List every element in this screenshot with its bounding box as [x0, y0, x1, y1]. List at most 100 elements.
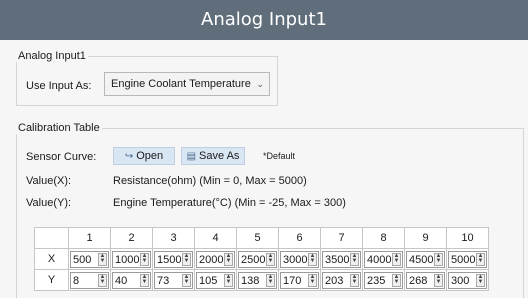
y-value-spinbox[interactable]: 300 ▲ ▼: [448, 271, 487, 289]
sensor-curve-label: Sensor Curve:: [26, 151, 97, 163]
x-value-spinbox[interactable]: 500 ▲ ▼: [70, 250, 109, 268]
column-header: 3: [152, 227, 195, 249]
y-value-spinbox[interactable]: 138 ▲ ▼: [238, 271, 277, 289]
column-header: 2: [110, 227, 153, 249]
spinbox-value: 170: [283, 274, 302, 287]
table-cell: 3500 ▲ ▼: [320, 248, 363, 270]
spin-arrows-icon[interactable]: ▲ ▼: [98, 252, 107, 266]
table-cell: 268 ▲ ▼: [404, 269, 447, 291]
table-cell: 500 ▲ ▼: [68, 248, 111, 270]
column-header: 9: [404, 227, 447, 249]
x-value-spinbox[interactable]: 3000 ▲ ▼: [280, 250, 319, 268]
y-value-spinbox[interactable]: 8 ▲ ▼: [70, 271, 109, 289]
x-value-spinbox[interactable]: 4500 ▲ ▼: [406, 250, 445, 268]
table-header-row: 1 2 3 4 5 6 7 8 9 10: [34, 227, 489, 249]
spinbox-value: 1000: [115, 253, 140, 266]
spinbox-value: 138: [241, 274, 260, 287]
spin-arrows-icon[interactable]: ▲ ▼: [476, 252, 485, 266]
analog-input-group: Analog Input1 Use Input As: Engine Coola…: [16, 50, 278, 106]
table-row-x: X 500 ▲ ▼ 1000 ▲ ▼ 1500 ▲ ▼ 2000 ▲ ▼ 2500 ▲ ▼ 3000 ▲ ▼ 350…: [34, 248, 489, 270]
x-value-spinbox[interactable]: 4000 ▲ ▼: [364, 250, 403, 268]
spinbox-value: 8: [73, 274, 80, 287]
spin-arrows-icon[interactable]: ▲ ▼: [392, 273, 401, 287]
spin-arrows-icon[interactable]: ▲ ▼: [224, 252, 233, 266]
open-button[interactable]: ↪ Open: [113, 147, 175, 165]
spinbox-value: 2000: [199, 253, 224, 266]
use-input-value: Engine Coolant Temperature: [111, 78, 251, 90]
spin-arrows-icon[interactable]: ▲ ▼: [140, 273, 149, 287]
spinbox-value: 3500: [325, 253, 350, 266]
spin-arrows-icon[interactable]: ▲ ▼: [266, 273, 275, 287]
spin-arrows-icon[interactable]: ▲ ▼: [434, 273, 443, 287]
spin-arrows-icon[interactable]: ▲ ▼: [434, 252, 443, 266]
table-cell: 8 ▲ ▼: [68, 269, 111, 291]
table-cell: 4500 ▲ ▼: [404, 248, 447, 270]
table-cell: 2000 ▲ ▼: [194, 248, 237, 270]
value-x-label: Value(X):: [26, 175, 72, 187]
table-cell: 3000 ▲ ▼: [278, 248, 321, 270]
row-label-x: X: [34, 248, 69, 270]
spinbox-value: 105: [199, 274, 218, 287]
window-title: Analog Input1: [0, 0, 528, 40]
x-value-spinbox[interactable]: 2000 ▲ ▼: [196, 250, 235, 268]
x-value-spinbox[interactable]: 1500 ▲ ▼: [154, 250, 193, 268]
spin-arrows-icon[interactable]: ▲ ▼: [140, 252, 149, 266]
chevron-down-icon: ⌄: [256, 79, 264, 89]
y-value-spinbox[interactable]: 235 ▲ ▼: [364, 271, 403, 289]
table-cell: 73 ▲ ▼: [152, 269, 195, 291]
x-value-spinbox[interactable]: 3500 ▲ ▼: [322, 250, 361, 268]
spinbox-value: 40: [115, 274, 128, 287]
group-legend: Analog Input1: [16, 50, 88, 62]
spin-arrows-icon[interactable]: ▲ ▼: [266, 252, 275, 266]
spinbox-value: 4500: [409, 253, 434, 266]
y-value-spinbox[interactable]: 203 ▲ ▼: [322, 271, 361, 289]
table-cell: 138 ▲ ▼: [236, 269, 279, 291]
column-header: 7: [320, 227, 363, 249]
spinbox-value: 3000: [283, 253, 308, 266]
spinbox-value: 4000: [367, 253, 392, 266]
column-header: 4: [194, 227, 237, 249]
calibration-table-group: Calibration Table Sensor Curve: ↪ Open ▤ S…: [16, 122, 524, 298]
use-input-select[interactable]: Engine Coolant Temperature ⌄: [104, 72, 270, 96]
spin-arrows-icon[interactable]: ▲ ▼: [182, 273, 191, 287]
spin-arrows-icon[interactable]: ▲ ▼: [98, 273, 107, 287]
table-cell: 105 ▲ ▼: [194, 269, 237, 291]
value-x-text: Resistance(ohm) (Min = 0, Max = 5000): [113, 175, 307, 187]
y-value-spinbox[interactable]: 40 ▲ ▼: [112, 271, 151, 289]
spinbox-value: 73: [157, 274, 170, 287]
y-value-spinbox[interactable]: 268 ▲ ▼: [406, 271, 445, 289]
spin-arrows-icon[interactable]: ▲ ▼: [350, 252, 359, 266]
spin-arrows-icon[interactable]: ▲ ▼: [476, 273, 485, 287]
spinbox-value: 268: [409, 274, 428, 287]
column-header: 8: [362, 227, 405, 249]
table-cell: 1000 ▲ ▼: [110, 248, 153, 270]
spin-arrows-icon[interactable]: ▲ ▼: [392, 252, 401, 266]
use-input-label: Use Input As:: [26, 80, 92, 92]
default-note: *Default: [263, 151, 296, 161]
x-value-spinbox[interactable]: 2500 ▲ ▼: [238, 250, 277, 268]
spin-arrows-icon[interactable]: ▲ ▼: [308, 252, 317, 266]
x-value-spinbox[interactable]: 5000 ▲ ▼: [448, 250, 487, 268]
spinbox-value: 2500: [241, 253, 266, 266]
table-cell: 1500 ▲ ▼: [152, 248, 195, 270]
y-value-spinbox[interactable]: 170 ▲ ▼: [280, 271, 319, 289]
y-value-spinbox[interactable]: 73 ▲ ▼: [154, 271, 193, 289]
spin-arrows-icon[interactable]: ▲ ▼: [308, 273, 317, 287]
calibration-table: 1 2 3 4 5 6 7 8 9 10 X 500 ▲ ▼ 1000 ▲ ▼ 1500 ▲ ▼ 2000 ▲ ▼ 250…: [34, 227, 489, 291]
table-row-y: Y 8 ▲ ▼ 40 ▲ ▼ 73 ▲ ▼ 105 ▲ ▼ 138 ▲ ▼ 170 ▲ ▼ 203 ▲ ▼ 235 ▲ ▼ 26…: [34, 269, 489, 291]
table-cell: 2500 ▲ ▼: [236, 248, 279, 270]
x-value-spinbox[interactable]: 1000 ▲ ▼: [112, 250, 151, 268]
spinbox-value: 1500: [157, 253, 182, 266]
corner-cell: [34, 227, 69, 249]
spinbox-value: 203: [325, 274, 344, 287]
spin-arrows-icon[interactable]: ▲ ▼: [350, 273, 359, 287]
spinbox-value: 235: [367, 274, 386, 287]
y-value-spinbox[interactable]: 105 ▲ ▼: [196, 271, 235, 289]
table-cell: 170 ▲ ▼: [278, 269, 321, 291]
table-cell: 5000 ▲ ▼: [446, 248, 489, 270]
spin-arrows-icon[interactable]: ▲ ▼: [224, 273, 233, 287]
table-cell: 40 ▲ ▼: [110, 269, 153, 291]
spin-arrows-icon[interactable]: ▲ ▼: [182, 252, 191, 266]
value-y-text: Engine Temperature(°C) (Min = -25, Max =…: [113, 197, 346, 209]
save-as-button[interactable]: ▤ Save As: [181, 147, 245, 165]
